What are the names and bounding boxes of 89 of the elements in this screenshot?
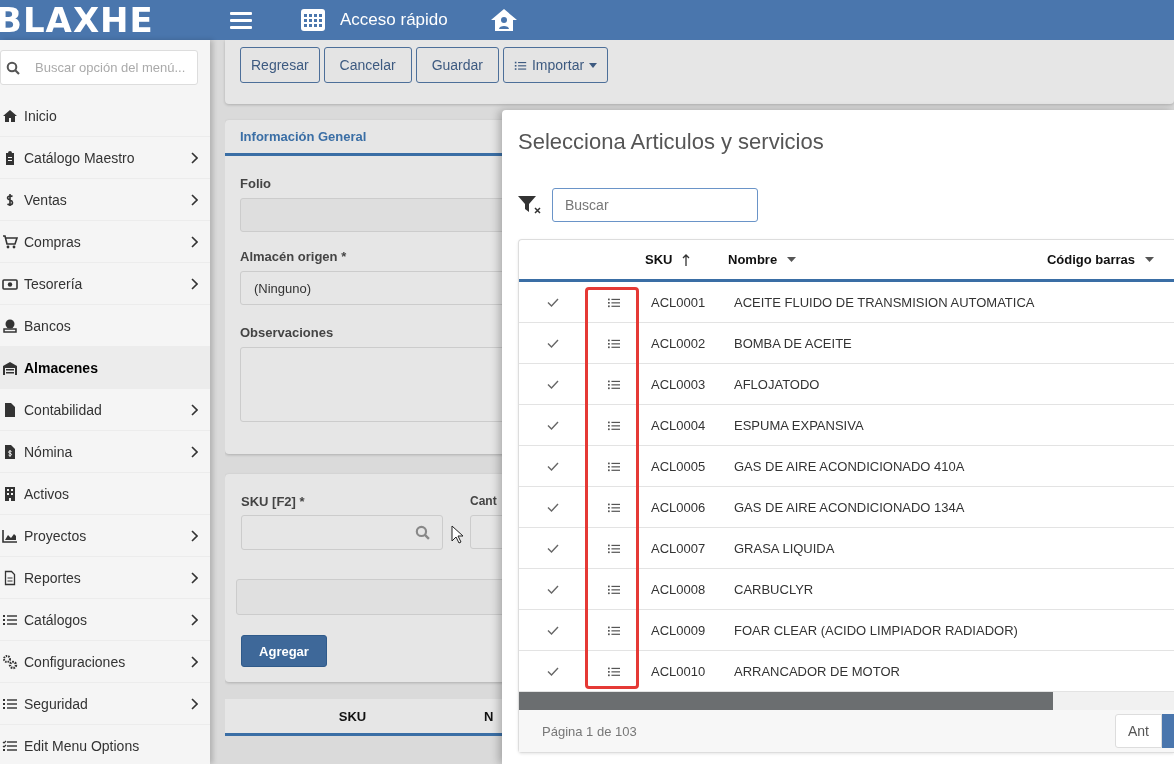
menu-icon[interactable] xyxy=(230,11,252,29)
table-cell-text: GRASA LIQUIDA xyxy=(733,540,836,556)
checkmark-icon[interactable] xyxy=(546,379,559,389)
table-cell-text: ACL0007 xyxy=(650,540,707,556)
table-cell-text: GAS DE AIRE ACONDICIONADO 134A xyxy=(733,499,966,515)
list-icon[interactable] xyxy=(606,296,621,308)
toolbar-button[interactable]: Regresar xyxy=(240,47,320,83)
list-icon xyxy=(514,59,527,71)
clear-filter-icon[interactable] xyxy=(518,195,542,215)
gears-icon xyxy=(2,653,18,670)
checkmark-icon[interactable] xyxy=(546,625,559,635)
folio-field[interactable] xyxy=(240,198,502,232)
previous-page-button[interactable]: Ant xyxy=(1115,714,1162,748)
search-icon xyxy=(6,61,20,75)
list-icon[interactable] xyxy=(606,542,621,554)
field-label: SKU [F2] * xyxy=(241,494,306,510)
caret-icon xyxy=(589,62,598,68)
field-label: Cant xyxy=(470,494,498,510)
mouse-cursor-icon xyxy=(451,525,464,544)
sort-ascending-icon[interactable] xyxy=(682,253,691,266)
field-label: Almacén origen * xyxy=(240,249,348,265)
checkmark-icon[interactable] xyxy=(546,502,559,512)
list-icon[interactable] xyxy=(606,501,621,513)
house-icon xyxy=(2,107,18,124)
table-cell-text: ACEITE FLUIDO DE TRANSMISION AUTOMATICA xyxy=(733,294,1036,310)
column-header[interactable]: SKU xyxy=(645,252,728,267)
column-header: N xyxy=(483,708,495,724)
document-icon xyxy=(2,569,18,586)
grid-icon[interactable] xyxy=(301,9,325,31)
search-icon xyxy=(415,525,430,540)
warehouse-icon xyxy=(2,359,18,376)
list-icon[interactable] xyxy=(606,624,621,636)
checkmark-icon[interactable] xyxy=(546,420,559,430)
table-cell-text: FOAR CLEAR (ACIDO LIMPIADOR RADIADOR) xyxy=(733,622,1019,638)
table-cell-text: ACL0009 xyxy=(650,622,707,638)
column-header[interactable]: Código barras xyxy=(1046,252,1174,267)
modal-title: Selecciona Articulos y servicios xyxy=(518,128,824,155)
home-icon[interactable] xyxy=(489,8,518,32)
coin-icon xyxy=(2,317,18,334)
column-header: SKU xyxy=(337,708,368,724)
list-icon[interactable] xyxy=(606,665,621,677)
page-status: Página 1 de 103 xyxy=(542,723,637,739)
list-icon[interactable] xyxy=(606,460,621,472)
horizontal-scrollbar[interactable] xyxy=(519,692,1174,710)
area-chart-icon xyxy=(2,527,18,544)
checkmark-icon[interactable] xyxy=(546,584,559,594)
table-cell-text: ACL0010 xyxy=(650,663,707,679)
toolbar-button[interactable]: Guardar xyxy=(415,47,499,83)
file-icon xyxy=(2,401,18,418)
toolbar-button[interactable]: Cancelar xyxy=(323,47,412,83)
import-dropdown-button[interactable]: Importar xyxy=(503,47,609,83)
list-icon[interactable] xyxy=(606,583,621,595)
sku-search-field[interactable] xyxy=(241,515,443,550)
list-icon[interactable] xyxy=(606,378,621,390)
checkmark-icon[interactable] xyxy=(546,461,559,471)
table-cell-text: ACL0001 xyxy=(650,294,707,310)
table-cell-text: ACL0005 xyxy=(650,458,707,474)
notes-field[interactable] xyxy=(240,347,502,422)
table-cell-text: GAS DE AIRE ACONDICIONADO 410A xyxy=(733,458,966,474)
column-header[interactable]: Nombre xyxy=(728,252,1047,267)
cart-icon xyxy=(2,233,18,250)
sidebar-item[interactable]: Almacenes xyxy=(0,347,210,389)
list-icon[interactable] xyxy=(606,419,621,431)
menu-search-field[interactable]: Buscar opción del menú... xyxy=(0,50,198,85)
table-cell-text: AFLOJATODO xyxy=(733,376,821,392)
warehouse-select[interactable]: (Ninguno) xyxy=(240,271,502,305)
table-cell-text: ACL0003 xyxy=(650,376,707,392)
caret-icon[interactable] xyxy=(1145,257,1154,262)
table-cell-text: BOMBA DE ACEITE xyxy=(733,335,853,351)
table-cell-text: ACL0002 xyxy=(650,335,707,351)
search-field[interactable]: Buscar xyxy=(552,188,758,222)
description-field[interactable] xyxy=(236,579,502,615)
checkmark-icon[interactable] xyxy=(546,338,559,348)
table-cell-text: ESPUMA EXPANSIVA xyxy=(733,417,865,433)
field-label: Folio xyxy=(240,176,273,192)
table-cell-text: ACL0004 xyxy=(650,417,707,433)
checkmark-icon[interactable] xyxy=(546,666,559,676)
add-button[interactable]: Agregar xyxy=(241,635,327,667)
caret-icon[interactable] xyxy=(787,257,797,262)
field-label: Observaciones xyxy=(240,325,335,341)
table-cell-text: CARBUCLYR xyxy=(733,581,815,597)
quick-access-label[interactable]: Acceso rápido xyxy=(340,10,448,30)
checkmark-icon[interactable] xyxy=(546,543,559,553)
checkmark-icon[interactable] xyxy=(546,297,559,307)
table-cell-text: ACL0008 xyxy=(650,581,707,597)
table-cell-text: ARRANCADOR DE MOTOR xyxy=(733,663,901,679)
scrollbar-thumb[interactable] xyxy=(519,692,1053,710)
table-cell-text: ACL0006 xyxy=(650,499,707,515)
list-icon[interactable] xyxy=(606,337,621,349)
